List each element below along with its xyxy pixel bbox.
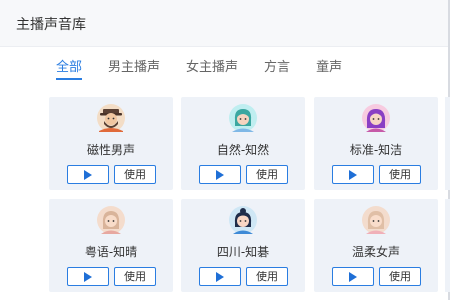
female-beige-avatar-icon	[97, 206, 125, 234]
voice-card-partial[interactable]	[445, 97, 450, 190]
use-button[interactable]: 使用	[114, 165, 156, 184]
play-button[interactable]	[199, 165, 241, 184]
tab-all[interactable]: 全部	[56, 58, 83, 80]
play-button[interactable]	[67, 267, 109, 286]
voice-card[interactable]: 磁性男声 使用	[49, 97, 173, 190]
voice-card-partial[interactable]	[445, 199, 450, 292]
play-button[interactable]	[67, 165, 109, 184]
play-button[interactable]	[332, 267, 374, 286]
female-purple-avatar-icon	[362, 104, 390, 132]
tab-female-anchor[interactable]: 女主播声	[186, 58, 238, 80]
voice-name: 自然-知然	[216, 143, 270, 157]
category-tabs: 全部 男主播声 女主播声 方言 童声	[56, 58, 368, 80]
voice-name: 磁性男声	[86, 143, 135, 157]
tab-dialect[interactable]: 方言	[264, 58, 290, 80]
female-teal-avatar-icon	[229, 104, 257, 132]
use-button[interactable]: 使用	[246, 165, 288, 184]
tab-child[interactable]: 童声	[316, 58, 342, 80]
female-bun-avatar-icon	[229, 206, 257, 234]
female-soft-avatar-icon	[362, 206, 390, 234]
play-icon	[216, 170, 224, 180]
window-title: 主播声音库	[16, 17, 86, 33]
use-button[interactable]: 使用	[379, 165, 421, 184]
use-button[interactable]: 使用	[379, 267, 421, 286]
voice-card[interactable]: 四川-知碁 使用	[181, 199, 305, 292]
voice-card[interactable]: 标准-知洁 使用	[314, 97, 438, 190]
voice-name: 标准-知洁	[349, 143, 403, 157]
play-icon	[216, 272, 224, 282]
use-button[interactable]: 使用	[246, 267, 288, 286]
play-icon	[349, 272, 357, 282]
play-icon	[349, 170, 357, 180]
title-bar: 主播声音库	[0, 0, 450, 47]
voice-card[interactable]: 温柔女声 使用	[314, 199, 438, 292]
voice-card[interactable]: 自然-知然 使用	[181, 97, 305, 190]
voice-name: 四川-知碁	[216, 245, 270, 259]
play-icon	[84, 170, 92, 180]
voice-name: 粤语-知晴	[84, 245, 138, 259]
use-button[interactable]: 使用	[114, 267, 156, 286]
play-icon	[84, 272, 92, 282]
voice-name: 温柔女声	[351, 245, 400, 259]
voice-card[interactable]: 粤语-知晴 使用	[49, 199, 173, 292]
play-button[interactable]	[332, 165, 374, 184]
play-button[interactable]	[199, 267, 241, 286]
tab-male-anchor[interactable]: 男主播声	[108, 58, 160, 80]
male-hat-avatar-icon	[97, 104, 125, 132]
